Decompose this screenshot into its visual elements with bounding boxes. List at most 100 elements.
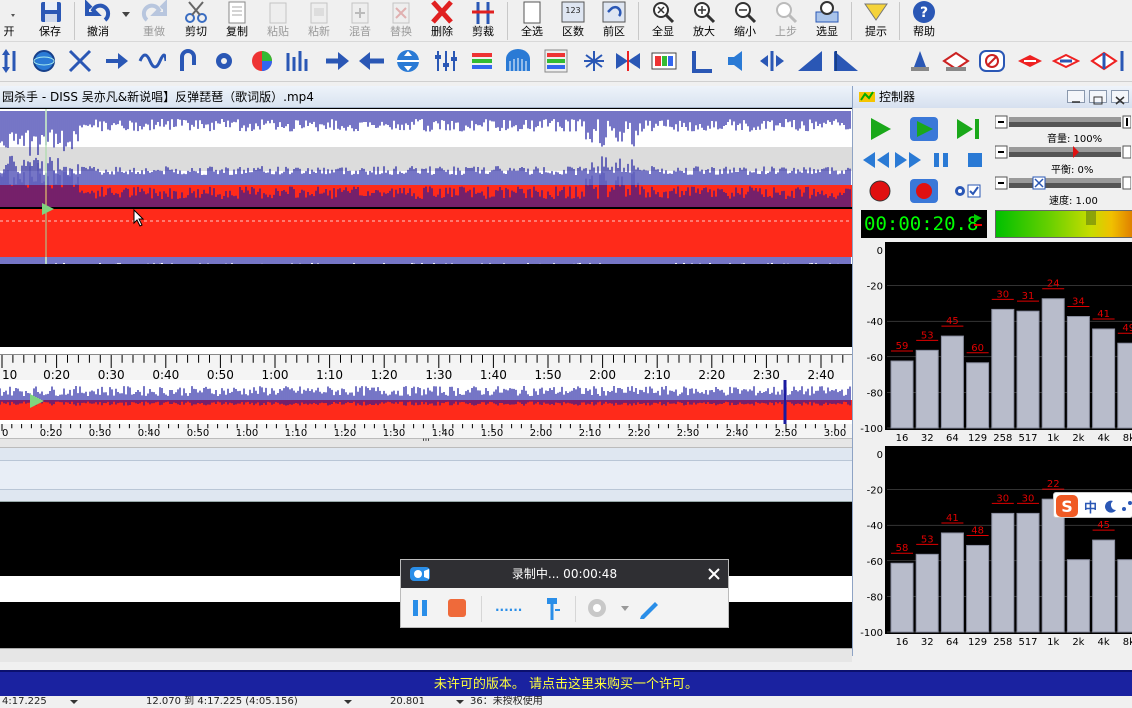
overview-timeline-ruler[interactable]: 0 0:20 0:30 0:40 0:50 1:00 1:10 1:20 1:30 1:40 1:5…: [0, 424, 852, 438]
minimize-button[interactable]: [1067, 90, 1085, 103]
more-effects-icon[interactable]: [1120, 47, 1132, 75]
speed-slider-track: [994, 176, 1132, 190]
noise-remove-icon[interactable]: [978, 47, 1006, 75]
loop-back-icon[interactable]: [174, 47, 202, 75]
redo-button[interactable]: 重做: [134, 0, 174, 42]
undo-dropdown-chevron-icon[interactable]: [122, 12, 130, 18]
microphone-settings-icon[interactable]: [541, 596, 563, 622]
copy-icon: [228, 1, 246, 24]
eq-band-bar: [991, 308, 1015, 429]
pen-annotate-icon[interactable]: [637, 598, 661, 620]
volume-slider[interactable]: [994, 114, 1132, 130]
paste-new-button[interactable]: 粘新: [299, 0, 339, 42]
close-recorder-icon[interactable]: [708, 568, 720, 580]
fast-forward-arrow-icon[interactable]: [322, 47, 350, 75]
eq-band-bar: [1066, 559, 1090, 633]
horizontal-scrollbar[interactable]: [0, 648, 852, 662]
stop-icon[interactable]: [965, 150, 985, 170]
gear-icon[interactable]: [210, 47, 238, 75]
arch-bridge-icon[interactable]: [504, 47, 532, 75]
save-button[interactable]: 保存: [30, 0, 70, 42]
cut-button[interactable]: 剪切: [176, 0, 216, 42]
balance-slider[interactable]: [994, 144, 1132, 160]
waveform-lower-area: [0, 264, 852, 354]
webcam-dropdown-icon[interactable]: [621, 606, 629, 612]
display-panel-icon[interactable]: [650, 47, 678, 75]
diamond-expand-icon[interactable]: [1090, 47, 1118, 75]
paste-button[interactable]: 粘贴: [258, 0, 298, 42]
zoom-out-button[interactable]: 缩小: [725, 0, 765, 42]
close-controller-button[interactable]: [1111, 90, 1129, 105]
zoom-full-button[interactable]: 全显: [643, 0, 683, 42]
sine-wave-icon[interactable]: [138, 47, 166, 75]
splitter-bar[interactable]: ''': [0, 438, 852, 448]
record-icon[interactable]: [867, 178, 893, 204]
speed-slider[interactable]: [994, 175, 1132, 191]
record-options-icon[interactable]: [953, 182, 983, 200]
license-text: 未许可的版本。 请点击这里来购买一个许可。: [433, 677, 699, 692]
cross-arrows-icon[interactable]: [66, 47, 94, 75]
diamond-compress-icon[interactable]: [1052, 47, 1080, 75]
hint-button[interactable]: 提示: [856, 0, 896, 42]
overview-waveform[interactable]: [0, 380, 852, 424]
main-timeline-ticks: 10 0:20 0:30 0:40 0:50 1:00 1:10 1:20 1:30 1:40 1:…: [1, 355, 844, 381]
undo-button[interactable]: 撤消: [78, 0, 118, 42]
diamond-arrows-icon[interactable]: [1016, 47, 1044, 75]
fade-out-ramp-icon[interactable]: [832, 47, 860, 75]
zoom-previous-button[interactable]: 上步: [766, 0, 806, 42]
play-selection-icon[interactable]: [909, 116, 939, 142]
spectrum-panel-bottom: 0-20-40-60-80-1000-20-40-60-80-100581653…: [859, 446, 1132, 648]
eq-y-tick: -100: [860, 424, 883, 435]
replace-button[interactable]: 替换: [381, 0, 421, 42]
fade-in-ramp-icon[interactable]: [796, 47, 824, 75]
ime-toolbar[interactable]: S 中: [1053, 492, 1132, 518]
fade-in-start-icon[interactable]: [688, 47, 716, 75]
mix-icon: [351, 2, 369, 24]
waveform-view[interactable]: [0, 109, 852, 354]
select-all-button[interactable]: 全选: [512, 0, 552, 42]
metronome-icon[interactable]: [906, 47, 934, 75]
range-dropdown-icon[interactable]: [344, 700, 352, 705]
region-count-button[interactable]: 123 区数: [553, 0, 593, 42]
rainbow-bars-icon[interactable]: [468, 47, 496, 75]
mix-button[interactable]: 混音: [340, 0, 380, 42]
tape-edit-icon[interactable]: [942, 47, 970, 75]
reverse-arrow-icon[interactable]: [358, 47, 386, 75]
color-wheel-icon[interactable]: [248, 47, 276, 75]
pan-center-icon[interactable]: [758, 47, 786, 75]
webcam-icon[interactable]: [587, 598, 609, 620]
zoom-in-button[interactable]: 放大: [684, 0, 724, 42]
rewind-icon[interactable]: [861, 150, 891, 170]
timeline-tick-marks: [1, 355, 844, 368]
trim-button[interactable]: 剪裁: [463, 0, 503, 42]
pause-icon[interactable]: [931, 150, 951, 170]
multi-color-grid-icon[interactable]: [542, 47, 570, 75]
recorder-pause-icon[interactable]: [411, 598, 429, 618]
fast-forward-icon[interactable]: [893, 150, 923, 170]
center-split-icon[interactable]: [580, 47, 608, 75]
speaker-icon[interactable]: [722, 47, 750, 75]
copy-button[interactable]: 复制: [217, 0, 257, 42]
restore-button[interactable]: [1089, 90, 1107, 105]
equalizer-sliders-icon[interactable]: [432, 47, 460, 75]
recorder-stop-icon[interactable]: [447, 598, 467, 618]
vertical-arrows-icon[interactable]: [0, 47, 28, 75]
zoom-selection-button[interactable]: 选显: [807, 0, 847, 42]
invert-icon[interactable]: [394, 47, 422, 75]
play-icon[interactable]: [867, 116, 893, 142]
open-button[interactable]: 开: [0, 0, 24, 42]
help-button[interactable]: ? 帮助: [904, 0, 944, 42]
spectrum-bars-icon[interactable]: [284, 47, 312, 75]
main-timeline-ruler[interactable]: 10 0:20 0:30 0:40 0:50 1:00 1:10 1:20 1:30 1:40 1:…: [0, 354, 852, 381]
play-to-end-icon[interactable]: [953, 116, 983, 142]
previous-region-button[interactable]: 前区: [594, 0, 634, 42]
cursor-dropdown-icon[interactable]: [456, 700, 464, 705]
globe-icon[interactable]: [30, 47, 58, 75]
license-banner[interactable]: 未许可的版本。 请点击这里来购买一个许可。: [0, 670, 1132, 696]
delete-button[interactable]: 删除: [422, 0, 462, 42]
arrow-right-bar-icon[interactable]: [102, 47, 130, 75]
position-dropdown-icon[interactable]: [70, 700, 78, 705]
cross-merge-icon[interactable]: [614, 47, 642, 75]
record-selection-icon[interactable]: [909, 178, 939, 204]
sogou-logo-icon: S: [1056, 495, 1078, 517]
